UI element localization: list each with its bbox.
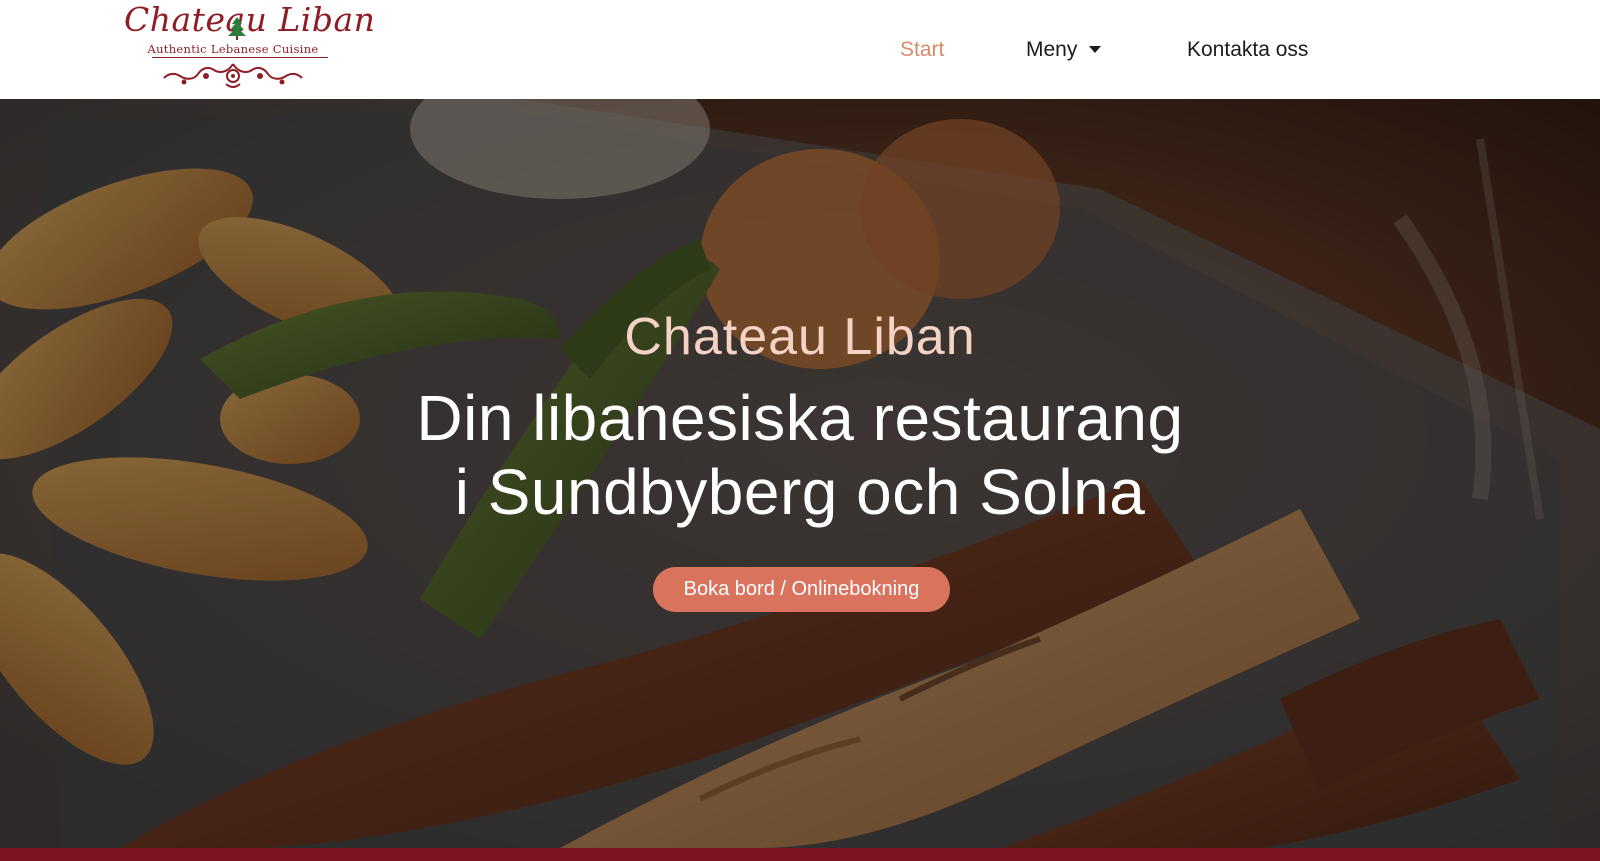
hero-title-line-1: Din libanesiska restaurang — [416, 382, 1184, 454]
section-divider-bar — [0, 848, 1600, 861]
chevron-down-icon — [1089, 45, 1102, 53]
hero-eyebrow: Chateau Liban — [624, 308, 976, 366]
main-navigation: Start Meny Kontakta oss — [0, 34, 1600, 66]
site-header: Chateau Liban Authentic Lebanese Cuisine… — [0, 0, 1600, 99]
nav-item-meny-label: Meny — [1026, 38, 1078, 61]
hero-title: Din libanesiska restaurang i Sundbyberg … — [0, 381, 1600, 529]
nav-item-meny[interactable]: Meny — [1026, 34, 1102, 66]
hero-section: Chateau Liban Din libanesiska restaurang… — [0, 99, 1600, 848]
nav-item-kontakta-oss[interactable]: Kontakta oss — [1187, 34, 1308, 66]
hero-title-line-2: i Sundbyberg och Solna — [454, 456, 1146, 528]
nav-item-start[interactable]: Start — [900, 34, 944, 66]
book-table-button[interactable]: Boka bord / Onlinebokning — [653, 567, 950, 612]
